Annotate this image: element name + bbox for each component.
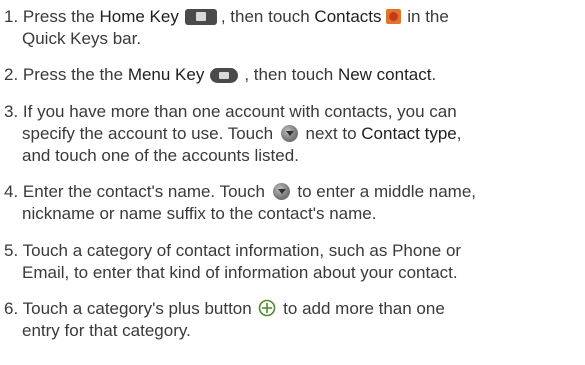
step-5-line-2: Email, to enter that kind of information… [22, 263, 458, 282]
step-number: 4. [4, 182, 19, 201]
home-key-icon [184, 9, 217, 25]
step-text: Press the the [22, 65, 128, 84]
step-number: 6. [4, 299, 19, 318]
step-text: to add more than one [278, 299, 445, 318]
step-text: in the [402, 7, 449, 26]
step-text: , then touch [244, 65, 338, 84]
menu-key-label: Menu Key [127, 65, 205, 84]
step-number: 2. [4, 65, 19, 84]
step-1-line-2: Quick Keys bar. [22, 29, 142, 48]
step-text: , [456, 124, 462, 143]
step-5: 5. Touch a category of contact informati… [4, 240, 582, 284]
step-text: , then touch [220, 7, 315, 26]
new-contact-label: New contact [337, 65, 432, 84]
step-text: Touch a category of contact information,… [22, 241, 462, 260]
home-key-label: Home Key [99, 7, 179, 26]
step-2: 2. Press the the Menu Key , then touch Ne… [4, 64, 582, 86]
step-number: 1. [4, 7, 19, 26]
contacts-app-icon [385, 9, 401, 24]
step-text: Touch a category's plus button [22, 299, 257, 318]
step-4-line-1: 4. Enter the contact's name. Touch to en… [4, 181, 582, 203]
step-text: Enter the contact's name. Touch [22, 182, 270, 201]
step-text: Press the [22, 7, 100, 26]
step-number: 5. [4, 241, 19, 260]
step-4: 4. Enter the contact's name. Touch to en… [4, 181, 582, 225]
step-1-line-1: 1. Press the Home Key , then touch Contac… [4, 6, 582, 28]
step-text: . [431, 65, 437, 84]
step-4-line-2: nickname or name suffix to the contact's… [22, 204, 377, 223]
plus-circle-icon [259, 299, 276, 317]
dropdown-arrow-icon [272, 183, 290, 200]
step-6: 6. Touch a category's plus button to add… [4, 298, 582, 342]
dropdown-arrow-icon [280, 125, 298, 142]
step-6-line-2: entry for that category. [22, 321, 191, 340]
step-3-line-1: 3. If you have more than one account wit… [4, 101, 582, 123]
menu-key-icon [210, 68, 239, 83]
step-5-line-1: 5. Touch a category of contact informati… [4, 240, 582, 262]
step-text: to enter a middle name, [292, 182, 476, 201]
step-2-line-1: 2. Press the the Menu Key , then touch Ne… [4, 64, 582, 86]
step-number: 3. [4, 102, 19, 121]
contacts-label: Contacts [314, 7, 382, 26]
step-1: 1. Press the Home Key , then touch Contac… [4, 6, 582, 50]
step-3: 3. If you have more than one account wit… [4, 101, 582, 167]
contact-type-label: Contact type [361, 124, 457, 143]
step-text: If you have more than one account with c… [22, 102, 457, 121]
step-6-line-1: 6. Touch a category's plus button to add… [4, 298, 582, 320]
step-3-line-3: and touch one of the accounts listed. [22, 146, 299, 165]
instruction-page: 1. Press the Home Key , then touch Contac… [0, 0, 585, 365]
step-text: next to [300, 124, 362, 143]
step-text: specify the account to use. Touch [22, 124, 278, 143]
step-3-line-2: specify the account to use. Touch next t… [4, 123, 582, 145]
